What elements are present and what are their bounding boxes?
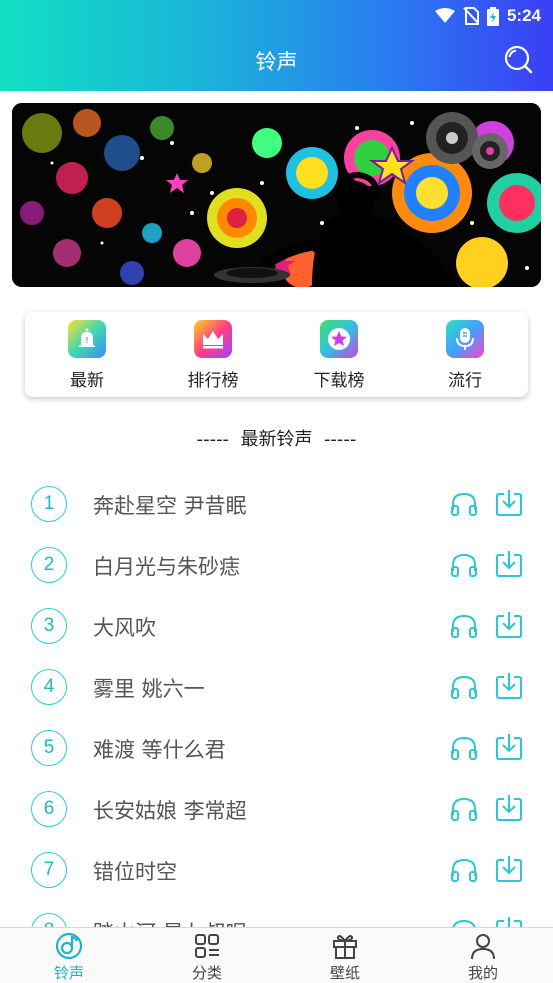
category-label: 流行 bbox=[448, 371, 482, 391]
song-title: 长安姑娘 李常超 bbox=[93, 799, 247, 823]
song-title: 踏山河 是七叔呢 bbox=[93, 917, 247, 927]
rank-badge: 5 bbox=[31, 730, 67, 766]
download-icon[interactable] bbox=[495, 671, 523, 701]
bottom-tab-bar: 铃声 分类 壁纸 我的 bbox=[0, 927, 553, 983]
app-header: 5:24 铃声 bbox=[0, 0, 553, 91]
list-item[interactable]: 6 长安姑娘 李常超 bbox=[0, 779, 553, 840]
download-icon[interactable] bbox=[495, 732, 523, 762]
list-item[interactable]: 5 难渡 等什么君 bbox=[0, 718, 553, 779]
download-icon[interactable] bbox=[495, 610, 523, 640]
category-icon bbox=[195, 934, 219, 958]
microphone-icon bbox=[446, 320, 484, 358]
song-title: 难渡 等什么君 bbox=[93, 738, 226, 762]
status-time: 5:24 bbox=[506, 6, 541, 25]
list-item[interactable]: 7 错位时空 bbox=[0, 840, 553, 901]
download-icon[interactable] bbox=[495, 915, 523, 927]
category-downloads[interactable]: 下载榜 bbox=[289, 320, 389, 391]
status-bar: 5:24 bbox=[0, 0, 553, 32]
headphones-icon[interactable] bbox=[450, 490, 478, 518]
list-item[interactable]: 2 白月光与朱砂痣 bbox=[0, 535, 553, 596]
section-title: ----- 最新铃声 ----- bbox=[196, 429, 357, 450]
tab-wallpaper[interactable]: 壁纸 bbox=[305, 931, 385, 983]
song-title: 错位时空 bbox=[93, 860, 177, 884]
tab-label: 壁纸 bbox=[329, 964, 360, 982]
wifi-icon bbox=[434, 8, 455, 23]
headphones-icon[interactable] bbox=[450, 795, 478, 823]
category-label: 最新 bbox=[70, 371, 104, 391]
rank-badge: 6 bbox=[31, 791, 67, 827]
tab-label: 分类 bbox=[191, 964, 222, 982]
rank-badge: 2 bbox=[31, 547, 67, 583]
headphones-icon[interactable] bbox=[450, 673, 478, 701]
list-item[interactable]: 4 雾里 姚六一 bbox=[0, 657, 553, 718]
tab-label: 我的 bbox=[467, 964, 498, 982]
song-title: 奔赴星空 尹昔眠 bbox=[93, 494, 247, 518]
rank-badge: 3 bbox=[31, 608, 67, 644]
rank-badge: 8 bbox=[31, 913, 67, 927]
page-title: 铃声 bbox=[255, 50, 298, 74]
user-icon bbox=[471, 934, 495, 960]
category-latest[interactable]: ! 最新 bbox=[37, 320, 137, 391]
headphones-icon[interactable] bbox=[450, 551, 478, 579]
rank-badge: 7 bbox=[31, 852, 67, 888]
category-ranking[interactable]: 排行榜 bbox=[163, 320, 263, 391]
ringtone-icon bbox=[55, 932, 83, 960]
download-icon[interactable] bbox=[495, 488, 523, 518]
song-list[interactable]: 1 奔赴星空 尹昔眠 2 白月光与朱砂痣 3 大风吹 4 雾里 姚六一 5 难渡… bbox=[0, 474, 553, 927]
bell-icon: ! bbox=[68, 320, 106, 358]
search-icon[interactable] bbox=[503, 44, 533, 74]
banner-image[interactable] bbox=[12, 103, 541, 287]
tab-category[interactable]: 分类 bbox=[167, 931, 247, 983]
tab-label: 铃声 bbox=[53, 964, 84, 982]
rank-badge: 1 bbox=[31, 486, 67, 522]
svg-text:!: ! bbox=[86, 336, 89, 345]
song-title: 雾里 姚六一 bbox=[93, 677, 205, 701]
crown-icon bbox=[194, 320, 232, 358]
tab-ringtone[interactable]: 铃声 bbox=[29, 931, 109, 983]
category-label: 排行榜 bbox=[187, 371, 239, 391]
star-icon bbox=[320, 320, 358, 358]
list-item[interactable]: 8 踏山河 是七叔呢 bbox=[0, 901, 553, 927]
battery-charging-icon bbox=[486, 6, 499, 26]
download-icon[interactable] bbox=[495, 549, 523, 579]
dj-party-illustration bbox=[12, 103, 541, 287]
headphones-icon[interactable] bbox=[450, 734, 478, 762]
headphones-icon[interactable] bbox=[450, 856, 478, 884]
list-item[interactable]: 1 奔赴星空 尹昔眠 bbox=[0, 474, 553, 535]
category-card: ! 最新 排行榜 下载榜 流行 bbox=[25, 312, 528, 397]
no-sim-icon bbox=[463, 7, 479, 25]
song-title: 白月光与朱砂痣 bbox=[93, 555, 240, 579]
download-icon[interactable] bbox=[495, 854, 523, 884]
list-item[interactable]: 3 大风吹 bbox=[0, 596, 553, 657]
category-label: 下载榜 bbox=[313, 371, 365, 391]
gift-icon bbox=[333, 935, 357, 959]
headphones-icon[interactable] bbox=[450, 917, 478, 927]
category-popular[interactable]: 流行 bbox=[415, 320, 515, 391]
headphones-icon[interactable] bbox=[450, 612, 478, 640]
download-icon[interactable] bbox=[495, 793, 523, 823]
tab-mine[interactable]: 我的 bbox=[443, 931, 523, 983]
rank-badge: 4 bbox=[31, 669, 67, 705]
song-title: 大风吹 bbox=[93, 616, 156, 640]
